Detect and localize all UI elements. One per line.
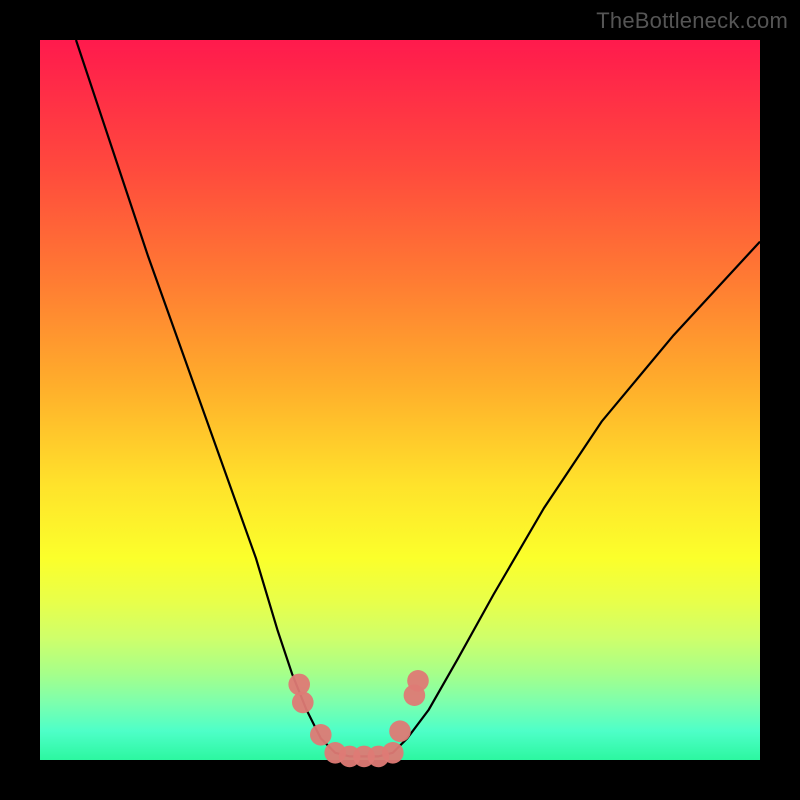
marker-dot xyxy=(292,692,314,714)
watermark-text: TheBottleneck.com xyxy=(596,8,788,34)
marker-dot xyxy=(407,670,429,692)
chart-frame: TheBottleneck.com xyxy=(0,0,800,800)
curves-group xyxy=(76,40,760,756)
markers-group xyxy=(288,670,428,767)
marker-dot xyxy=(389,720,411,742)
chart-svg xyxy=(40,40,760,760)
marker-dot xyxy=(382,742,404,764)
v-curve xyxy=(76,40,760,756)
plot-area xyxy=(40,40,760,760)
marker-dot xyxy=(288,674,310,696)
marker-dot xyxy=(310,724,332,746)
